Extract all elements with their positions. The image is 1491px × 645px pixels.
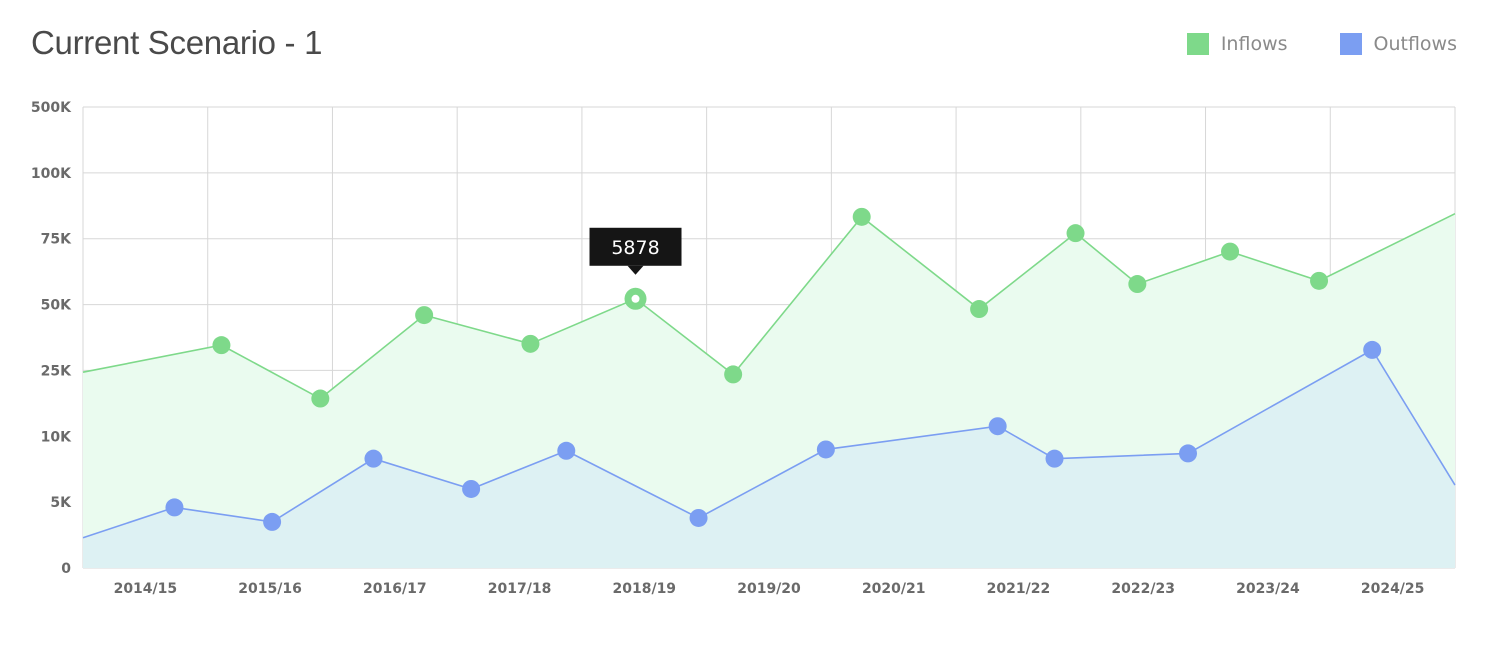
tooltip-value: 5878	[611, 237, 659, 259]
x-tick-label: 2014/15	[114, 581, 178, 597]
y-tick-label: 500K	[31, 100, 72, 116]
data-point-outflows[interactable]	[165, 498, 184, 517]
x-tick-label: 2019/20	[737, 581, 801, 597]
data-point-outflows[interactable]	[988, 417, 1007, 436]
y-tick-label: 0	[61, 561, 71, 577]
data-point-outflows[interactable]	[1179, 444, 1198, 463]
y-tick-label: 50K	[41, 298, 72, 314]
data-point-inflows[interactable]	[521, 334, 540, 353]
x-tick-label: 2021/22	[987, 581, 1051, 597]
x-tick-label: 2015/16	[238, 581, 302, 597]
data-point-inflows[interactable]	[1221, 242, 1240, 261]
y-tick-label: 25K	[41, 363, 72, 379]
y-tick-label: 75K	[41, 232, 72, 248]
x-tick-label: 2022/23	[1111, 581, 1175, 597]
x-tick-label: 2024/25	[1361, 581, 1425, 597]
selected-point-center	[631, 294, 640, 303]
data-point-inflows[interactable]	[852, 207, 871, 226]
data-point-inflows[interactable]	[1128, 275, 1147, 294]
area-chart: 0 5K 10K 25K 50K 75K 100K 500K 2014/15 2015/16 201…	[31, 100, 1456, 597]
tooltip: 5878	[589, 227, 682, 275]
y-tick-label: 100K	[31, 166, 72, 182]
x-tick-label: 2023/24	[1236, 581, 1300, 597]
y-tick-label: 10K	[41, 429, 72, 445]
tooltip-pointer	[627, 265, 644, 275]
x-tick-label: 2018/19	[612, 581, 676, 597]
data-point-outflows[interactable]	[263, 512, 282, 531]
data-point-inflows[interactable]	[1066, 224, 1085, 243]
y-tick-label: 5K	[50, 495, 72, 511]
data-point-outflows[interactable]	[1363, 340, 1382, 359]
data-point-inflows[interactable]	[415, 306, 434, 325]
data-point-outflows[interactable]	[816, 440, 835, 459]
data-point-outflows[interactable]	[689, 508, 708, 527]
x-tick-label: 2017/18	[488, 581, 552, 597]
x-tick-label: 2020/21	[862, 581, 926, 597]
data-point-inflows[interactable]	[212, 336, 231, 355]
data-point-inflows[interactable]	[724, 365, 743, 384]
data-point-outflows[interactable]	[557, 441, 576, 460]
data-point-inflows[interactable]	[1310, 271, 1329, 290]
data-point-outflows[interactable]	[462, 479, 481, 498]
data-point-outflows[interactable]	[364, 449, 383, 468]
x-tick-label: 2016/17	[363, 581, 427, 597]
data-point-outflows[interactable]	[1045, 449, 1064, 468]
data-point-inflows[interactable]	[311, 389, 330, 408]
data-point-inflows[interactable]	[970, 300, 989, 319]
